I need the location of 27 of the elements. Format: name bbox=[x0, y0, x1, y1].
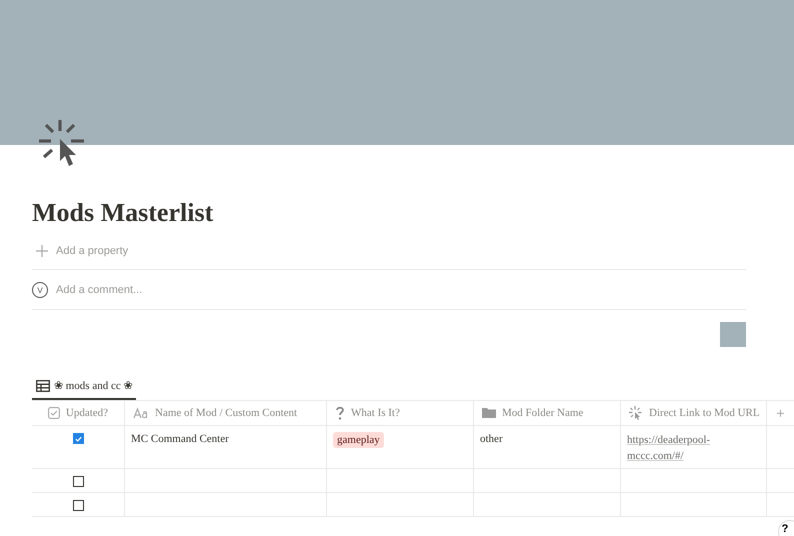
mod-name: MC Command Center bbox=[131, 432, 229, 446]
page-title: Mods Masterlist bbox=[32, 197, 214, 229]
add-property-button[interactable]: Add a property bbox=[32, 243, 128, 259]
table-icon bbox=[36, 380, 50, 392]
cursor-click-icon bbox=[629, 406, 643, 420]
add-column-button[interactable]: + bbox=[767, 401, 794, 425]
color-square bbox=[720, 322, 746, 347]
column-header[interactable]: Mod Folder Name bbox=[474, 401, 621, 425]
column-header[interactable]: Updated? bbox=[32, 401, 125, 425]
mod-url-link[interactable]: https://deaderpool-mccc.com/#/ bbox=[627, 432, 760, 464]
column-header[interactable]: Name of Mod / Custom Content bbox=[125, 401, 327, 425]
text-icon bbox=[133, 407, 149, 419]
column-header[interactable]: Direct Link to Mod URL bbox=[621, 401, 767, 425]
plus-icon bbox=[36, 245, 48, 257]
folder-icon bbox=[482, 407, 496, 419]
checkbox-icon bbox=[48, 407, 60, 419]
cursor-click-icon bbox=[38, 118, 86, 168]
checkbox[interactable] bbox=[72, 476, 84, 487]
question-mark-icon bbox=[335, 406, 345, 420]
column-header[interactable]: What Is It? bbox=[327, 401, 474, 425]
category-tag: gameplay bbox=[333, 432, 384, 448]
checkbox[interactable] bbox=[72, 500, 84, 511]
view-tab[interactable]: ❀ mods and cc ❀ bbox=[32, 379, 136, 400]
folder-name: other bbox=[480, 432, 503, 446]
checkbox[interactable] bbox=[72, 433, 84, 444]
user-avatar: V bbox=[32, 282, 48, 298]
help-button[interactable]: ? bbox=[778, 520, 794, 536]
